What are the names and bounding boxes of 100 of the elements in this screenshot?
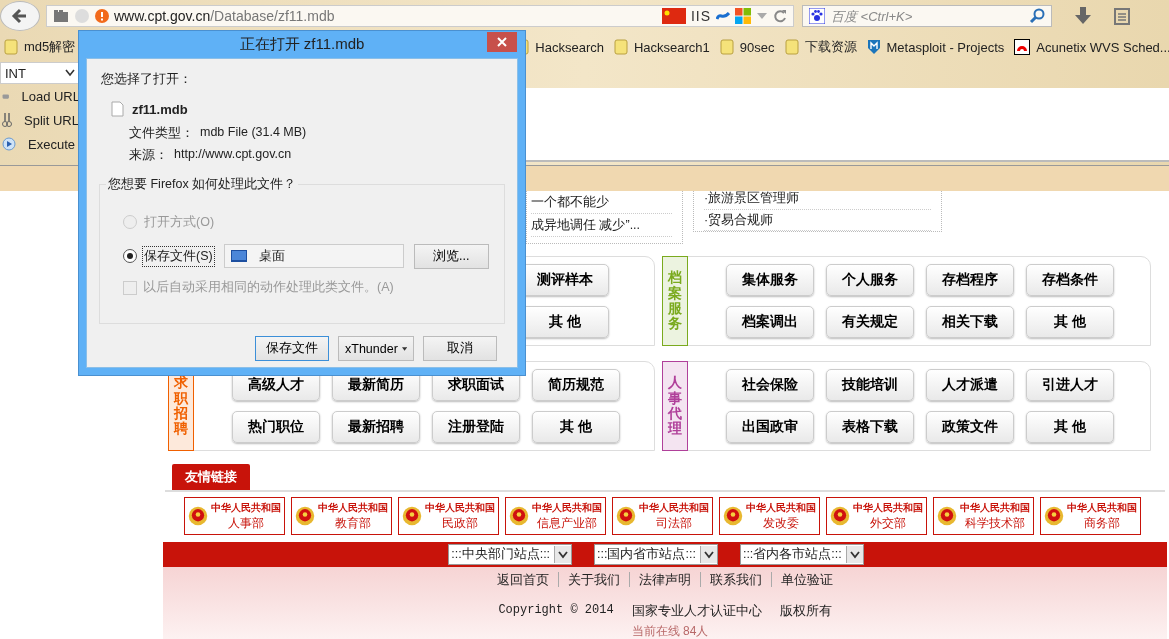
ministry-link[interactable]: 中华人民共和国 民政部 (398, 497, 499, 535)
service-button[interactable]: 存档程序 (926, 264, 1014, 296)
service-button[interactable]: 其 他 (1026, 306, 1114, 338)
search-field[interactable]: 百度 <Ctrl+K> (829, 7, 1025, 25)
footer-link[interactable]: 联系我们 (700, 572, 771, 587)
service-button[interactable]: 表格下载 (826, 411, 914, 443)
footer-link[interactable]: 单位验证 (771, 572, 842, 587)
address-bar[interactable]: www.cpt.gov.cn/Database/zf11.mdb IIS (46, 5, 794, 27)
file-source: http://www.cpt.gov.cn (174, 147, 292, 163)
site-select[interactable]: :::国内省市站点::: (594, 544, 718, 565)
emblem-icon (188, 505, 208, 527)
service-button[interactable]: 存档条件 (1026, 264, 1114, 296)
wave-icon (716, 11, 730, 21)
site-select[interactable]: :::中央部门站点::: (448, 544, 573, 565)
folder-icon (4, 39, 18, 55)
news-link[interactable]: ·贸易合规师 (704, 210, 931, 231)
chevron-icon (849, 550, 860, 559)
service-button[interactable]: 有关规定 (826, 306, 914, 338)
paw-icon[interactable] (809, 8, 825, 24)
bookmark[interactable]: Acunetix WVS Sched... (1014, 39, 1169, 55)
server-tag: IIS (690, 8, 711, 24)
service-button[interactable]: 政策文件 (926, 411, 1014, 443)
dialog-button[interactable]: 保存文件 (255, 336, 329, 361)
emblem-icon (295, 505, 315, 527)
ministry-link[interactable]: 中华人民共和国 商务部 (1040, 497, 1141, 535)
service-button[interactable]: 热门职位 (232, 411, 320, 443)
caret-icon (401, 346, 407, 351)
footer-link[interactable]: 关于我们 (558, 572, 629, 587)
ministry-link[interactable]: 中华人民共和国 司法部 (612, 497, 713, 535)
site-select[interactable]: :::省内各市站点::: (739, 544, 864, 565)
dialog-button[interactable]: 取消 (423, 336, 497, 361)
close-button[interactable] (487, 32, 517, 52)
ministry-link[interactable]: 中华人民共和国 外交部 (826, 497, 927, 535)
service-button[interactable]: 其 他 (532, 411, 620, 443)
bookmark[interactable]: 下载资源 (784, 38, 857, 56)
tabs-icon[interactable] (53, 9, 69, 23)
news-link[interactable]: 一个都不能少 (531, 191, 672, 214)
close-icon (497, 37, 507, 47)
browse-button[interactable]: 浏览... (413, 243, 489, 269)
emblem-icon (616, 505, 636, 527)
field-label: 文件类型： (129, 125, 194, 142)
folder-icon (719, 39, 734, 55)
hackbar-action[interactable]: Execute (0, 132, 80, 156)
service-button[interactable]: 社会保险 (726, 369, 814, 401)
list-icon[interactable] (1114, 7, 1130, 25)
section-label: 人事代理 (662, 361, 688, 451)
service-button[interactable]: 注册登陆 (432, 411, 520, 443)
ministry-link[interactable]: 中华人民共和国 教育部 (291, 497, 392, 535)
news-link[interactable]: 成异地调任 减少”... (531, 214, 672, 237)
service-button[interactable]: 最新招聘 (332, 411, 420, 443)
back-button[interactable] (0, 1, 40, 31)
service-button[interactable]: 简历规范 (532, 369, 620, 401)
save-location-field[interactable]: 桌面 (223, 244, 404, 268)
bookmark[interactable]: Hacksearch1 (613, 39, 710, 55)
footer-link[interactable]: 返回首页 (488, 572, 558, 587)
group-title: 您想要 Firefox 如何处理此文件？ (106, 176, 299, 193)
url-text: www.cpt.gov.cn/Database/zf11.mdb (114, 8, 336, 24)
service-button[interactable]: 人才派遣 (926, 369, 1014, 401)
ministry-link[interactable]: 中华人民共和国 信息产业部 (505, 497, 606, 535)
arc-icon (1014, 39, 1031, 55)
search-field[interactable]: 百度 <Ctrl+K> (802, 5, 1052, 27)
news-link[interactable]: ·旅游景区管理师 (704, 191, 931, 211)
hackbar-action[interactable]: Split URL (0, 108, 80, 132)
chevron-icon (703, 550, 714, 559)
online-count: 当前在线 84人 (631, 623, 709, 639)
search-icon[interactable] (1029, 8, 1045, 24)
emblem-icon (509, 505, 529, 527)
footer-link[interactable]: 法律声明 (629, 572, 700, 587)
emblem-icon (830, 505, 850, 527)
dropdown-icon[interactable] (756, 12, 768, 20)
dialog-title: 正在打开 zf11.mdb (239, 35, 365, 54)
tiles-icon (735, 8, 751, 24)
service-button[interactable]: 相关下载 (926, 306, 1014, 338)
ministry-link[interactable]: 中华人民共和国 科学技术部 (933, 497, 1034, 535)
warning-icon[interactable] (95, 9, 109, 23)
service-button[interactable]: 引进人才 (1026, 369, 1114, 401)
bookmark[interactable]: md5解密 (4, 38, 76, 56)
hackbar-select[interactable]: INT (0, 62, 80, 84)
bookmark[interactable]: Metasploit - Projects (866, 39, 1005, 55)
rights-text: 版权所有 (779, 603, 832, 620)
file-type: mdb File (31.4 MB) (200, 125, 307, 141)
ministry-link[interactable]: 中华人民共和国 发改委 (719, 497, 820, 535)
copyright-text: Copyright © 2014 (498, 603, 614, 619)
reload-icon[interactable] (773, 9, 787, 23)
service-button[interactable]: 出国政审 (726, 411, 814, 443)
download-icon[interactable] (1074, 6, 1092, 26)
service-button[interactable]: 个人服务 (826, 264, 914, 296)
service-button[interactable]: 技能培训 (826, 369, 914, 401)
service-button[interactable]: 档案调出 (726, 306, 814, 338)
ministry-link[interactable]: 中华人民共和国 人事部 (184, 497, 285, 535)
field-label: 来源： (129, 147, 168, 164)
dialog-button[interactable]: xThunder (338, 336, 414, 361)
hackbar-action[interactable]: Load URL (0, 84, 80, 108)
file-name: zf11.mdb (132, 101, 188, 117)
folder-icon (784, 39, 799, 55)
emblem-icon (723, 505, 743, 527)
service-button[interactable]: 其 他 (1026, 411, 1114, 443)
radio-option[interactable]: 保存文件(S) (123, 246, 214, 266)
service-button[interactable]: 集体服务 (726, 264, 814, 296)
bookmark[interactable]: 90sec (719, 39, 775, 55)
